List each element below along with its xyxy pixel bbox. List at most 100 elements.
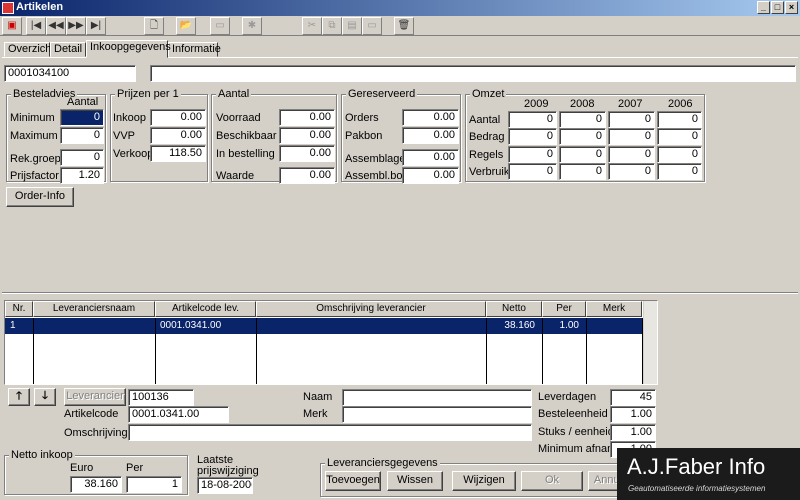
laatste-prijswijziging-field[interactable]: 18-08-2006 — [197, 477, 253, 494]
move-down-icon[interactable]: 🡓 — [34, 388, 56, 406]
orders-field[interactable]: 0.00 — [402, 109, 459, 126]
move-up-icon[interactable]: 🡑 — [8, 388, 30, 406]
naam-label: Naam — [303, 391, 333, 403]
omzet-regels-label: Regels — [469, 149, 504, 161]
article-description-field[interactable] — [150, 65, 796, 82]
column-header-artikelcode[interactable]: Artikelcode lev. — [155, 301, 256, 317]
last-icon[interactable]: ▶| — [86, 17, 106, 35]
exit-icon[interactable]: ▣ — [2, 17, 22, 35]
omzet-bedrag-2007[interactable]: 0 — [608, 128, 655, 145]
omschrijving-field[interactable] — [128, 424, 532, 441]
pakbon-field[interactable]: 0.00 — [402, 127, 459, 144]
column-header-omschrijving[interactable]: Omschrijving leverancier — [256, 301, 486, 317]
column-divider — [542, 318, 543, 384]
article-code-field[interactable]: 0001034100 — [4, 65, 136, 82]
pakbon-label: Pakbon — [345, 130, 383, 142]
paste-icon[interactable]: ▤ — [342, 17, 362, 35]
new-icon[interactable]: 🗋 — [144, 17, 164, 35]
assemblage-field[interactable]: 0.00 — [402, 149, 459, 166]
maximum-field[interactable]: 0 — [60, 127, 104, 144]
aantal-title: Aantal — [216, 88, 252, 100]
leverancier-button[interactable]: Leverancier — [64, 388, 126, 406]
minimum-label: Minimum — [10, 112, 55, 124]
besteleenheid-label: Besteleenheid — [538, 408, 608, 420]
column-header-merk[interactable]: Merk — [586, 301, 642, 317]
stuks-field[interactable]: 1.00 — [610, 424, 656, 441]
close-button[interactable]: × — [785, 1, 798, 14]
omzet-verbruik-2008[interactable]: 0 — [559, 163, 606, 180]
wissen-button[interactable]: Wissen — [387, 471, 443, 491]
waarde-field[interactable]: 0.00 — [279, 167, 335, 184]
omzet-regels-2006[interactable]: 0 — [657, 146, 702, 163]
inkoop-field[interactable]: 0.00 — [150, 109, 206, 126]
toolbar: ▣ |◀ ◀◀ ▶▶ ▶| 🗋 📂 ▭ ✱ ✂ ⧉ ▤ ▭ 🗑 — [0, 16, 800, 36]
tab-overzicht[interactable]: Overzicht — [4, 42, 54, 57]
omzet-regels-2009[interactable]: 0 — [508, 146, 557, 163]
wijzigen-button[interactable]: Wijzigen — [452, 471, 516, 491]
next-page-icon[interactable]: ▶▶ — [66, 17, 86, 35]
column-header-nr[interactable]: Nr. — [5, 301, 33, 317]
omzet-verbruik-2009[interactable]: 0 — [508, 163, 557, 180]
merk-field[interactable] — [342, 406, 532, 423]
omzet-regels-2008[interactable]: 0 — [559, 146, 606, 163]
omzet-verbruik-2006[interactable]: 0 — [657, 163, 702, 180]
tab-informatie[interactable]: Informatie — [168, 42, 221, 57]
company-logo: A.J.Faber Info Geautomatiseerde informat… — [617, 448, 800, 500]
column-divider — [155, 318, 156, 384]
star-icon[interactable]: ✱ — [242, 17, 262, 35]
tab-inkoopgegevens[interactable]: Inkoopgegevens — [86, 40, 171, 58]
blank-icon[interactable]: ▭ — [362, 17, 382, 35]
suppliers-table[interactable]: Nr. Leveranciersnaam Artikelcode lev. Om… — [4, 300, 658, 385]
minimize-button[interactable]: _ — [757, 1, 770, 14]
omzet-aantal-2006[interactable]: 0 — [657, 111, 702, 128]
beschikbaar-field[interactable]: 0.00 — [279, 127, 335, 144]
column-header-netto[interactable]: Netto — [486, 301, 542, 317]
copy-icon[interactable]: ⧉ — [322, 17, 342, 35]
maximize-button[interactable]: □ — [771, 1, 784, 14]
beschikbaar-label: Beschikbaar — [216, 130, 277, 142]
rekgroep-field[interactable]: 0 — [60, 149, 104, 166]
ok-button[interactable]: Ok — [521, 471, 583, 491]
window-title: Artikelen — [16, 1, 64, 13]
tab-detail[interactable]: Detail — [50, 42, 86, 57]
omzet-regels-2007[interactable]: 0 — [608, 146, 655, 163]
vvp-field[interactable]: 0.00 — [150, 127, 206, 144]
assemblbon-field[interactable]: 0.00 — [402, 167, 459, 184]
order-info-button[interactable]: Order-Info — [6, 187, 74, 207]
inbestelling-field[interactable]: 0.00 — [279, 145, 335, 162]
prev-page-icon[interactable]: ◀◀ — [46, 17, 66, 35]
first-icon[interactable]: |◀ — [26, 17, 46, 35]
column-divider — [486, 318, 487, 384]
folder-icon[interactable]: ▭ — [210, 17, 230, 35]
omschrijving-label: Omschrijving — [64, 427, 128, 439]
omzet-aantal-2009[interactable]: 0 — [508, 111, 557, 128]
omzet-aantal-2007[interactable]: 0 — [608, 111, 655, 128]
omzet-bedrag-2006[interactable]: 0 — [657, 128, 702, 145]
open-icon[interactable]: 📂 — [176, 17, 196, 35]
naam-field[interactable] — [342, 389, 532, 406]
levertijd-field[interactable]: 45 — [610, 389, 656, 406]
logo-subtitle: Geautomatiseerde informatiesystemen — [628, 484, 766, 493]
artikelcode-field[interactable]: 0001.0341.00 — [128, 406, 229, 423]
omzet-aantal-2008[interactable]: 0 — [559, 111, 606, 128]
row-artikelcode-cell: 0001.0341.00 — [160, 320, 222, 331]
prijsfactor-field[interactable]: 1.20 — [60, 167, 104, 184]
omzet-bedrag-2009[interactable]: 0 — [508, 128, 557, 145]
cut-icon[interactable]: ✂ — [302, 17, 322, 35]
besteleenheid-field[interactable]: 1.00 — [610, 406, 656, 423]
netto-per-field[interactable]: 1 — [126, 476, 182, 493]
voorraad-field[interactable]: 0.00 — [279, 109, 335, 126]
leverancier-field[interactable]: 100136 — [128, 389, 194, 406]
column-header-per[interactable]: Per — [542, 301, 586, 317]
delete-icon[interactable]: 🗑 — [394, 17, 414, 35]
netto-euro-field[interactable]: 38.160 — [70, 476, 122, 493]
column-header-leveranciersnaam[interactable]: Leveranciersnaam — [33, 301, 155, 317]
verkoop-field[interactable]: 118.50 — [150, 145, 206, 162]
toevoegen-button[interactable]: Toevoegen — [325, 471, 381, 491]
omzet-verbruik-2007[interactable]: 0 — [608, 163, 655, 180]
inkoop-label: Inkoop — [113, 112, 147, 124]
table-scrollbar[interactable] — [643, 301, 657, 384]
minimum-field[interactable]: 0 — [60, 109, 104, 126]
per-label: Per — [126, 462, 144, 474]
omzet-bedrag-2008[interactable]: 0 — [559, 128, 606, 145]
